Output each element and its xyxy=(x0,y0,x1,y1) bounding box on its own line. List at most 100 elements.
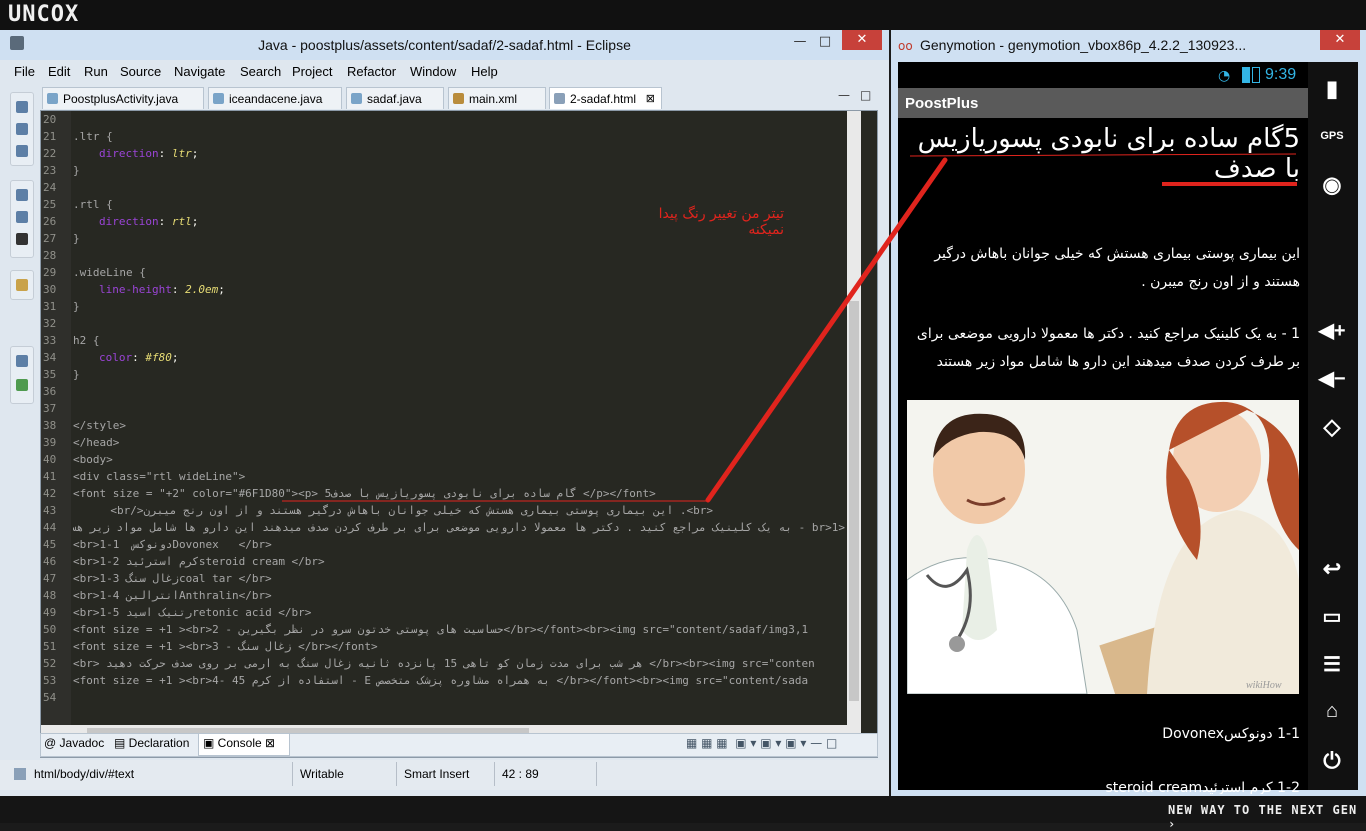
annotation-underline xyxy=(1162,182,1297,186)
code-line: <br> هر شب برای مدت زمان کو تاهی 15 پانز… xyxy=(73,657,815,670)
tab-main-xml[interactable]: main.xml xyxy=(448,87,546,109)
code-line: } xyxy=(73,164,80,177)
line-number: 20 xyxy=(43,113,57,126)
menu-refactor[interactable]: Refactor xyxy=(347,64,396,79)
tab-declaration[interactable]: ▤ Declaration xyxy=(114,736,189,750)
battery-icon xyxy=(1252,67,1260,83)
recent-apps-icon[interactable]: ▭ xyxy=(1316,604,1348,636)
rotate-icon[interactable]: ◇ xyxy=(1316,414,1348,446)
camera-widget-icon[interactable]: ◉ xyxy=(1316,172,1348,204)
line-number-gutter: 20 21 22 23 24 25 26 27 28 29 30 31 32 3… xyxy=(41,111,71,725)
xml-file-icon xyxy=(453,93,464,104)
volume-down-icon[interactable]: ◀− xyxy=(1316,366,1348,398)
gps-label: GPS xyxy=(1320,130,1344,142)
code-line: .ltr { xyxy=(73,130,113,143)
structure-icon[interactable] xyxy=(16,211,28,223)
console-toolbar-icons[interactable]: ▦ ▦ ▦ ▣ ▾ ▣ ▾ ▣ ▾ — □ xyxy=(686,736,837,750)
css-property: direction xyxy=(99,147,159,160)
line-number: 33 xyxy=(43,334,57,347)
declaration-icon: ▤ xyxy=(114,736,129,750)
left-toolbar-group-3 xyxy=(10,270,34,300)
line-number: 41 xyxy=(43,470,57,483)
line-number: 36 xyxy=(43,385,57,398)
status-separator xyxy=(494,762,495,786)
code-line: <br>1 - به یک کلینیک مراجع کنید . دکتر ه… xyxy=(73,521,845,534)
status-separator xyxy=(596,762,597,786)
maximize-icon[interactable]: □ xyxy=(815,32,835,52)
restore-icon[interactable] xyxy=(16,189,28,201)
status-writable: Writable xyxy=(300,767,344,781)
line-number: 45 xyxy=(43,538,57,551)
tab-label: 2-sadaf.html xyxy=(570,92,637,106)
menu-project[interactable]: Project xyxy=(292,64,332,79)
code-line: <font size = +1 ><br>4- استفاده از کرم 4… xyxy=(73,674,809,687)
menu-edit[interactable]: Edit xyxy=(48,64,70,79)
power-icon[interactable]: ⏻ xyxy=(1316,748,1348,780)
brand-logo: UNCOX xyxy=(8,2,80,27)
outline-icon[interactable] xyxy=(16,145,28,157)
line-number: 37 xyxy=(43,402,57,415)
tab-close-icon[interactable]: ⊠ xyxy=(646,88,655,110)
line-number: 46 xyxy=(43,555,57,568)
css-value: ltr xyxy=(171,147,192,160)
tab-close-icon[interactable]: ⊠ xyxy=(262,736,275,750)
article-heading: 5گام ساده برای نابودی پسوریازیس با صدف xyxy=(917,124,1300,184)
menu-help[interactable]: Help xyxy=(471,64,498,79)
line-number: 49 xyxy=(43,606,57,619)
menu-window[interactable]: Window xyxy=(410,64,456,79)
back-icon[interactable]: ↩ xyxy=(1316,556,1348,588)
code-line: } xyxy=(73,232,80,245)
code-line: .rtl { xyxy=(73,198,113,211)
tab-sadaf[interactable]: sadaf.java xyxy=(346,87,444,109)
article-paragraph-2: 1 - به یک کلینیک مراجع کنید . دکتر ها مع… xyxy=(916,326,1300,370)
code-line: } xyxy=(73,368,80,381)
line-number: 43 xyxy=(43,504,57,517)
genymotion-title: Genymotion - genymotion_vbox86p_4.2.2_13… xyxy=(920,37,1247,53)
home-icon[interactable]: ⌂ xyxy=(1316,700,1348,732)
brand-bar xyxy=(0,0,1366,30)
left-toolbar-group-2 xyxy=(10,180,34,258)
css-property: color xyxy=(99,351,133,364)
vertical-scroll-thumb[interactable] xyxy=(849,301,859,701)
device-icon[interactable] xyxy=(16,233,28,245)
footer-slogan: NEW WAY TO THE NEXT GEN › xyxy=(1168,803,1358,831)
view-icon[interactable] xyxy=(16,101,28,113)
menu-navigate[interactable]: Navigate xyxy=(174,64,225,79)
gps-widget-icon[interactable]: GPS xyxy=(1316,130,1348,162)
code-line: <br>1-1 دونوکسDovonex </br> xyxy=(73,538,272,551)
minimize-icon[interactable]: — xyxy=(790,32,810,52)
code-line: } xyxy=(73,300,80,313)
css-property: line-height xyxy=(99,283,172,296)
menu-file[interactable]: File xyxy=(14,64,35,79)
code-line: <br>. این بیماری پوستی بیماری هستش که خی… xyxy=(110,504,713,517)
article-paragraph-1: این بیماری پوستی بیماری هستش که خیلی جوا… xyxy=(934,246,1300,290)
tab-poostplusactivity[interactable]: PoostplusActivity.java xyxy=(42,87,204,109)
hierarchy-icon[interactable] xyxy=(16,123,28,135)
close-icon[interactable]: ✕ xyxy=(842,30,882,50)
menu-source[interactable]: Source xyxy=(120,64,161,79)
tab-maximize-icon[interactable]: □ xyxy=(860,88,871,102)
menu-icon[interactable]: ☰ xyxy=(1316,652,1348,684)
tab-minimize-icon[interactable]: — xyxy=(838,88,850,102)
add-view-icon[interactable] xyxy=(16,279,28,291)
volume-up-icon[interactable]: ◀+ xyxy=(1316,318,1348,350)
menu-search[interactable]: Search xyxy=(240,64,281,79)
tree-icon[interactable] xyxy=(16,379,28,391)
tab-console[interactable]: ▣ Console ⊠ xyxy=(203,736,275,750)
java-file-icon xyxy=(351,93,362,104)
code-line: <body> xyxy=(73,453,113,466)
tab-label: PoostplusActivity.java xyxy=(63,92,179,106)
code-line: h2 { xyxy=(73,334,100,347)
line-number: 27 xyxy=(43,232,57,245)
tab-label: Javadoc xyxy=(59,736,105,750)
tab-iceandacene[interactable]: iceandacene.java xyxy=(208,87,342,109)
tab-javadoc[interactable]: @ Javadoc xyxy=(44,736,104,750)
line-number: 39 xyxy=(43,436,57,449)
menu-run[interactable]: Run xyxy=(84,64,108,79)
restore-icon[interactable] xyxy=(16,355,28,367)
battery-widget-icon[interactable]: ▮ xyxy=(1316,76,1348,108)
code-line: direction: rtl; xyxy=(99,215,199,228)
tab-label: sadaf.java xyxy=(367,92,422,106)
tab-2-sadaf-html[interactable]: 2-sadaf.html ⊠ xyxy=(549,87,662,109)
close-icon[interactable]: ✕ xyxy=(1320,30,1360,50)
